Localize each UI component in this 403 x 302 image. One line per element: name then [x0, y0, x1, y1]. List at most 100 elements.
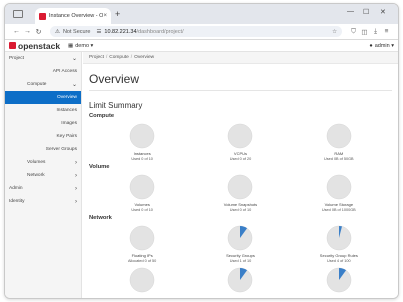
sidebar-item-overview[interactable]: Overview	[5, 91, 81, 104]
openstack-logo[interactable]: openstack	[9, 41, 60, 51]
pie-svg	[228, 174, 253, 200]
sidebar-item-label: Key Pairs	[56, 134, 77, 139]
not-secure-icon[interactable]: ⚠	[55, 29, 60, 35]
quota-pie-chart	[195, 267, 285, 293]
shield-icon[interactable]: ⛉	[348, 28, 359, 36]
sidebar-item-admin[interactable]: Admin ›	[5, 182, 81, 195]
pie-usage-text: Used 0B of 50GB	[324, 157, 354, 161]
quota-pie-chart	[294, 267, 384, 293]
pie-usage-text: Used 1 of 10	[229, 259, 252, 263]
pie-svg	[228, 267, 253, 293]
pie-label: VCPUs	[233, 151, 248, 156]
breadcrumb: Project / Compute / Overview	[83, 52, 398, 64]
tab-list-icon[interactable]	[13, 10, 23, 18]
pie-label: Floating IPs	[131, 253, 153, 258]
quota-pie-chart: RAM Used 0B of 50GB	[294, 123, 384, 161]
close-window-icon[interactable]: ✕	[380, 8, 386, 16]
pie-row: Volumes Used 0 of 10 Volume Snapshots Used …	[83, 170, 398, 212]
sidebar-item-label: Instances	[56, 108, 77, 113]
pie-row	[83, 263, 398, 293]
pie-free-slice	[326, 123, 352, 149]
sidebar-item-server-groups[interactable]: Server Groups	[5, 143, 81, 156]
pie-free-slice	[129, 267, 155, 293]
pie-free-slice	[326, 174, 352, 200]
chevron-down-icon: ⌄	[71, 82, 77, 88]
pie-free-slice	[129, 174, 155, 200]
download-icon[interactable]: ⤓	[370, 28, 381, 36]
sidebar-item-label: Project	[9, 56, 24, 61]
security-label: Not Secure	[62, 28, 91, 35]
new-tab-button[interactable]: +	[115, 9, 120, 19]
user-menu-label: admin ▾	[374, 42, 394, 49]
tab-strip: Instance Overview - Ope × + — ☐ ✕	[5, 4, 398, 24]
sidebar-item-label: Admin	[9, 186, 23, 191]
url-input[interactable]: ⚠ Not Secure ☰ 10.82.221.34 /dashboard/p…	[50, 26, 342, 37]
sidebar-item-label: Network	[27, 173, 45, 178]
chevron-right-icon: ›	[75, 198, 77, 205]
pie-usage-text: Used 0 of 20	[229, 157, 252, 161]
pie-row: Instances Used 0 of 10 VCPUs Used 0 of 20 RA…	[83, 119, 398, 161]
quota-pie-chart: Security Group Rules Used 4 of 100	[294, 225, 384, 263]
sidebar-item-key-pairs[interactable]: Key Pairs	[5, 130, 81, 143]
pie-label: Instances	[133, 151, 151, 156]
sidebar-item-network[interactable]: Network ›	[5, 169, 81, 182]
sidebar-item-compute[interactable]: Compute ⌄	[5, 78, 81, 91]
project-selector[interactable]: ▦ demo ▾	[68, 43, 93, 49]
extensions-icon[interactable]: ◫	[359, 28, 370, 36]
chevron-down-icon: ⌄	[71, 56, 77, 62]
minimize-icon[interactable]: —	[347, 8, 354, 15]
pie-usage-text: Used 0B of 1000GB	[321, 208, 356, 212]
pie-row: Floating IPs Allocated 0 of 50 Security Gr…	[83, 221, 398, 263]
site-settings-icon[interactable]: ☰	[96, 29, 101, 35]
project-selector-label: demo ▾	[75, 42, 94, 49]
chevron-right-icon: ›	[75, 185, 77, 192]
user-menu[interactable]: ● admin ▾	[369, 43, 394, 49]
pie-free-slice	[129, 123, 155, 149]
pie-free-slice	[228, 174, 253, 200]
sidebar-nav: Project ⌄ API Access Compute ⌄ Overview Instan…	[5, 52, 82, 298]
sidebar-item-identity[interactable]: Identity ›	[5, 195, 81, 208]
back-icon[interactable]: ←	[11, 28, 22, 35]
quota-pie-chart: VCPUs Used 0 of 20	[195, 123, 285, 161]
sidebar-item-instances[interactable]: Instances	[5, 104, 81, 117]
quota-pie-chart: Security Groups Used 1 of 10	[195, 225, 285, 263]
browser-tab[interactable]: Instance Overview - Ope ×	[35, 8, 111, 24]
pie-svg	[326, 174, 352, 200]
page-title: Overview	[89, 72, 392, 91]
openstack-header: openstack ▦ demo ▾ ● admin ▾	[5, 40, 398, 52]
limit-summary-title: Limit Summary	[89, 101, 143, 110]
pie-label: RAM	[334, 151, 344, 156]
tab-close-icon[interactable]: ×	[103, 13, 107, 19]
pie-usage-text: Used 0 of 10	[131, 208, 153, 212]
pie-svg	[129, 225, 155, 251]
pie-free-slice	[228, 123, 253, 149]
url-host: 10.82.221.34	[104, 28, 137, 35]
sidebar-item-api-access[interactable]: API Access	[5, 65, 81, 78]
sidebar-item-label: Identity	[9, 199, 25, 204]
sidebar-item-images[interactable]: Images	[5, 117, 81, 130]
breadcrumb-compute[interactable]: Compute	[109, 55, 128, 60]
reload-icon[interactable]: ↻	[33, 28, 44, 36]
sidebar-item-label: Server Groups	[45, 147, 77, 152]
pie-usage-text: Allocated 0 of 50	[128, 259, 157, 263]
maximize-icon[interactable]: ☐	[363, 8, 369, 16]
pie-free-slice	[129, 225, 155, 251]
quota-pie-chart: Volumes Used 0 of 10	[97, 174, 187, 212]
pie-svg	[326, 123, 352, 149]
sidebar-item-project[interactable]: Project ⌄	[5, 52, 81, 65]
logo-text: openstack	[18, 40, 61, 51]
sidebar-item-label: Overview	[57, 95, 77, 100]
openstack-logo-icon	[9, 42, 16, 49]
pie-svg	[326, 267, 352, 293]
forward-icon[interactable]: →	[22, 28, 33, 35]
menu-icon[interactable]: ≡	[381, 28, 392, 35]
pie-svg	[326, 225, 352, 251]
openstack-favicon-icon	[39, 12, 46, 20]
sidebar-item-volumes[interactable]: Volumes ›	[5, 156, 81, 169]
breadcrumb-project[interactable]: Project	[89, 55, 104, 60]
project-icon: ▦	[68, 42, 74, 49]
pie-usage-text: Used 4 of 100	[326, 259, 351, 263]
bookmark-star-icon[interactable]: ☆	[332, 29, 337, 35]
pie-usage-text: Used 0 of 10	[229, 208, 252, 212]
pie-svg	[129, 174, 155, 200]
